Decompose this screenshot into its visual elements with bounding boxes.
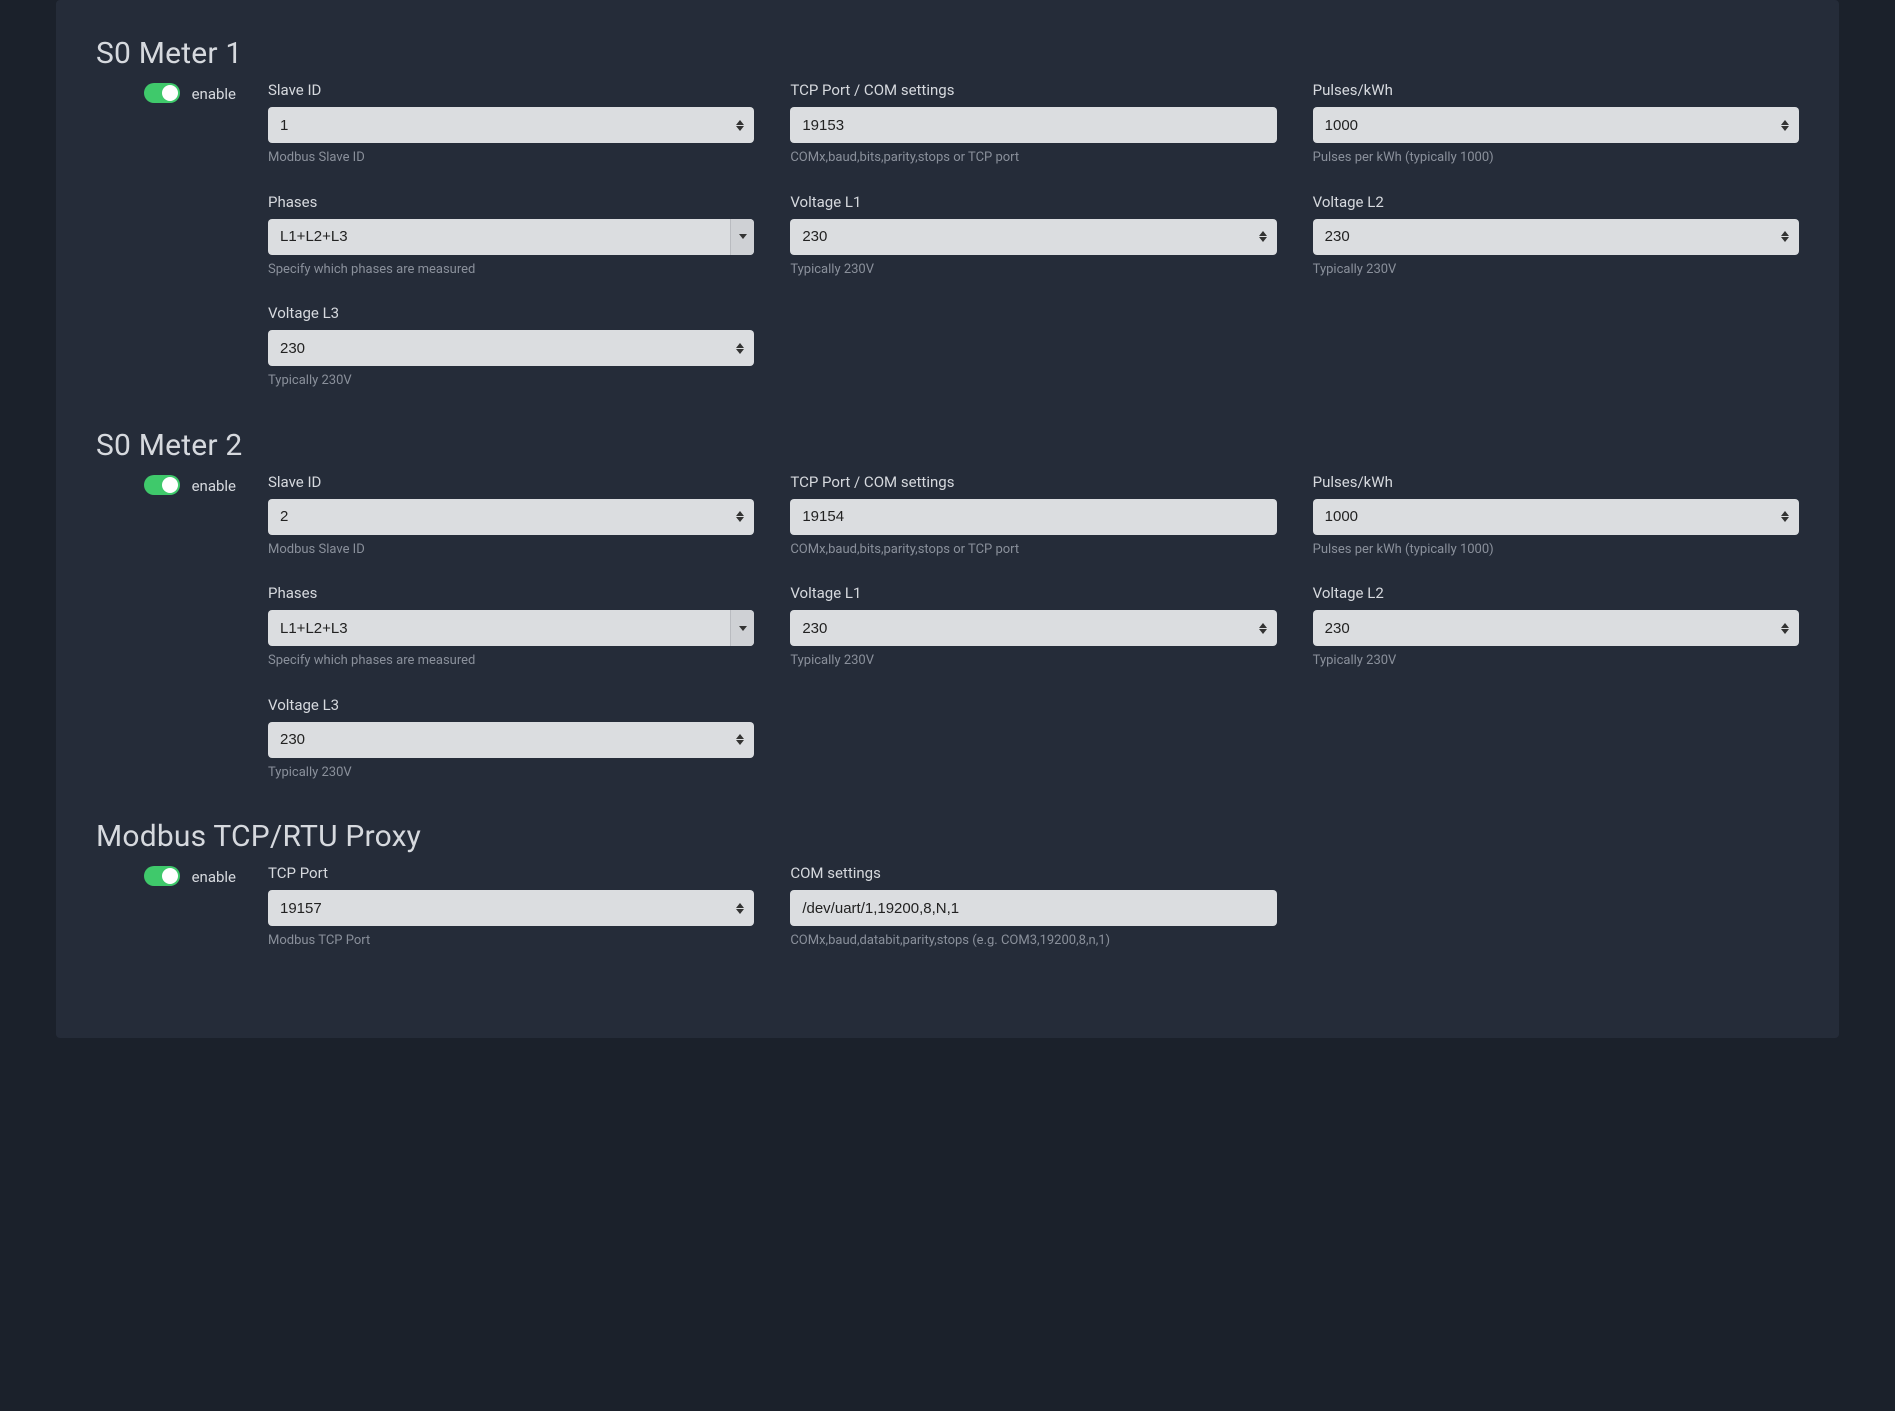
field-vl2: Voltage L2 Typically 230V	[1313, 584, 1799, 670]
phases-input[interactable]	[268, 610, 754, 646]
enable-toggle[interactable]	[144, 83, 180, 103]
field-help: Specify which phases are measured	[268, 652, 754, 670]
field-label: Voltage L2	[1313, 193, 1799, 211]
field-help: Modbus TCP Port	[268, 932, 754, 950]
field-help: Typically 230V	[268, 372, 754, 390]
field-label: Phases	[268, 193, 754, 211]
vl2-input[interactable]	[1313, 219, 1799, 255]
field-help: Typically 230V	[1313, 652, 1799, 670]
tcp_com-input[interactable]	[790, 499, 1276, 535]
field-vl1: Voltage L1 Typically 230V	[790, 193, 1276, 279]
stepper-icon[interactable]	[1777, 225, 1793, 249]
slave_id-input[interactable]	[268, 499, 754, 535]
enable-label: enable	[192, 475, 236, 497]
pulses-input[interactable]	[1313, 499, 1799, 535]
vl1-input[interactable]	[790, 219, 1276, 255]
com-input[interactable]	[790, 890, 1276, 926]
stepper-icon[interactable]	[1255, 616, 1271, 640]
fields-grid: Slave ID Modbus Slave ID TCP Port / COM se…	[268, 81, 1799, 390]
field-slave_id: Slave ID Modbus Slave ID	[268, 473, 754, 559]
field-vl2: Voltage L2 Typically 230V	[1313, 193, 1799, 279]
stepper-icon[interactable]	[732, 113, 748, 137]
field-vl3: Voltage L3 Typically 230V	[268, 304, 754, 390]
tcp_com-input[interactable]	[790, 107, 1276, 143]
field-label: TCP Port / COM settings	[790, 473, 1276, 491]
field-label: COM settings	[790, 864, 1276, 882]
section-title: Modbus TCP/RTU Proxy	[96, 819, 1799, 854]
slave_id-input[interactable]	[268, 107, 754, 143]
field-help: Pulses per kWh (typically 1000)	[1313, 149, 1799, 167]
stepper-icon[interactable]	[1777, 113, 1793, 137]
vl3-input[interactable]	[268, 330, 754, 366]
field-help: Typically 230V	[790, 261, 1276, 279]
vl3-input[interactable]	[268, 722, 754, 758]
field-label: Voltage L1	[790, 584, 1276, 602]
field-tcp_port: TCP Port Modbus TCP Port	[268, 864, 754, 950]
field-label: Voltage L1	[790, 193, 1276, 211]
field-label: Pulses/kWh	[1313, 473, 1799, 491]
field-help: COMx,baud,databit,parity,stops (e.g. COM…	[790, 932, 1276, 950]
enable-toggle[interactable]	[144, 866, 180, 886]
stepper-icon[interactable]	[1777, 616, 1793, 640]
pulses-input[interactable]	[1313, 107, 1799, 143]
field-com: COM settings COMx,baud,databit,parity,sto…	[790, 864, 1276, 950]
field-tcp_com: TCP Port / COM settings COMx,baud,bits,pa…	[790, 473, 1276, 559]
stepper-icon[interactable]	[1255, 225, 1271, 249]
field-label: Pulses/kWh	[1313, 81, 1799, 99]
field-label: Slave ID	[268, 81, 754, 99]
settings-section: Modbus TCP/RTU Proxy enable TCP Port Modbus…	[96, 819, 1799, 950]
stepper-icon[interactable]	[732, 728, 748, 752]
settings-section: S0 Meter 2 enable Slave ID Modbus Slave ID T…	[96, 428, 1799, 782]
field-phases: Phases Specify which phases are measured	[268, 193, 754, 279]
stepper-icon[interactable]	[732, 896, 748, 920]
field-help: Modbus Slave ID	[268, 541, 754, 559]
field-help: Pulses per kWh (typically 1000)	[1313, 541, 1799, 559]
stepper-icon[interactable]	[732, 336, 748, 360]
stepper-icon[interactable]	[1777, 505, 1793, 529]
field-help: Specify which phases are measured	[268, 261, 754, 279]
field-help: COMx,baud,bits,parity,stops or TCP port	[790, 541, 1276, 559]
field-help: Modbus Slave ID	[268, 149, 754, 167]
fields-grid: Slave ID Modbus Slave ID TCP Port / COM se…	[268, 473, 1799, 782]
phases-input[interactable]	[268, 219, 754, 255]
field-vl3: Voltage L3 Typically 230V	[268, 696, 754, 782]
enable-label: enable	[192, 83, 236, 105]
field-help: Typically 230V	[1313, 261, 1799, 279]
section-title: S0 Meter 1	[96, 36, 1799, 71]
field-vl1: Voltage L1 Typically 230V	[790, 584, 1276, 670]
field-label: Slave ID	[268, 473, 754, 491]
field-label: TCP Port / COM settings	[790, 81, 1276, 99]
fields-grid: TCP Port Modbus TCP Port COM settings COMx,…	[268, 864, 1799, 950]
field-label: TCP Port	[268, 864, 754, 882]
stepper-icon[interactable]	[732, 505, 748, 529]
field-label: Voltage L3	[268, 304, 754, 322]
field-label: Voltage L3	[268, 696, 754, 714]
field-pulses: Pulses/kWh Pulses per kWh (typically 1000…	[1313, 473, 1799, 559]
section-title: S0 Meter 2	[96, 428, 1799, 463]
enable-label: enable	[192, 866, 236, 888]
field-help: COMx,baud,bits,parity,stops or TCP port	[790, 149, 1276, 167]
field-slave_id: Slave ID Modbus Slave ID	[268, 81, 754, 167]
field-tcp_com: TCP Port / COM settings COMx,baud,bits,pa…	[790, 81, 1276, 167]
field-label: Voltage L2	[1313, 584, 1799, 602]
field-pulses: Pulses/kWh Pulses per kWh (typically 1000…	[1313, 81, 1799, 167]
enable-toggle[interactable]	[144, 475, 180, 495]
vl1-input[interactable]	[790, 610, 1276, 646]
settings-section: S0 Meter 1 enable Slave ID Modbus Slave ID T…	[96, 36, 1799, 390]
field-help: Typically 230V	[268, 764, 754, 782]
vl2-input[interactable]	[1313, 610, 1799, 646]
field-label: Phases	[268, 584, 754, 602]
field-phases: Phases Specify which phases are measured	[268, 584, 754, 670]
field-help: Typically 230V	[790, 652, 1276, 670]
tcp_port-input[interactable]	[268, 890, 754, 926]
